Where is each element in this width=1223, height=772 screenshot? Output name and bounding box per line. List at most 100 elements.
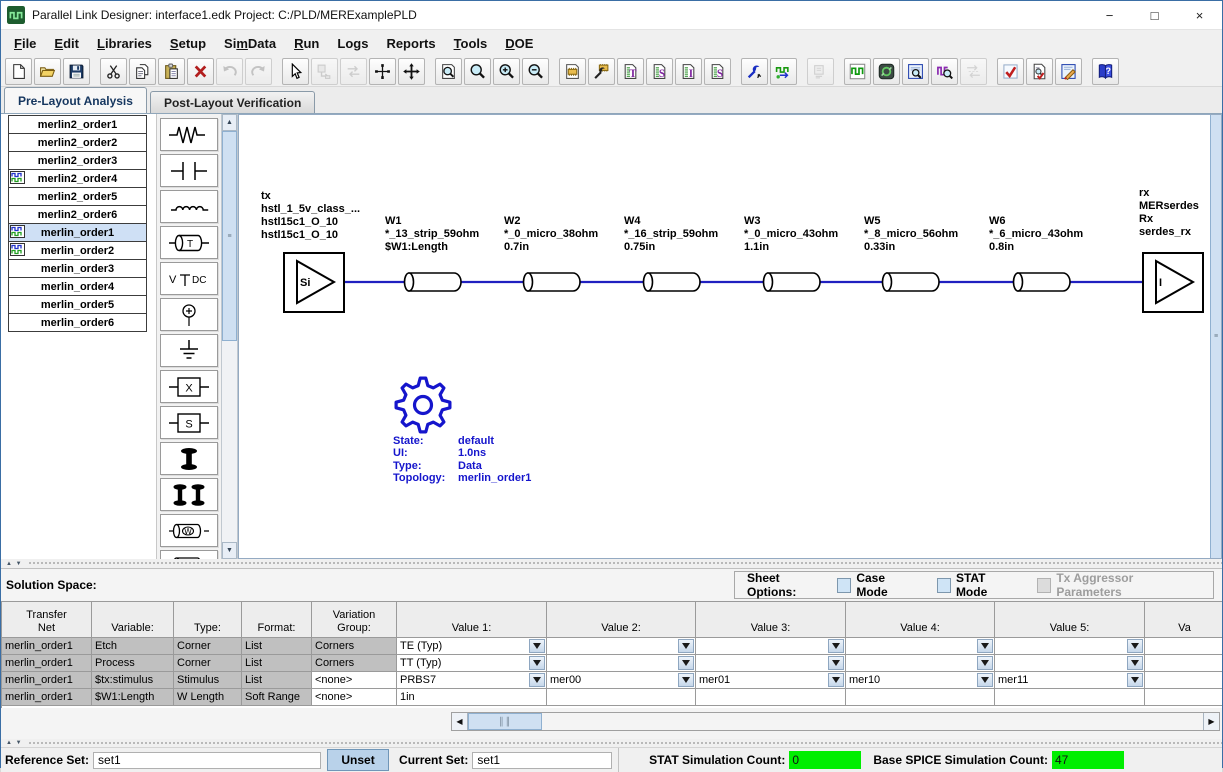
dropdown-arrow-icon[interactable] <box>529 673 545 687</box>
maximize-button[interactable]: □ <box>1132 2 1177 29</box>
close-button[interactable]: × <box>1177 2 1222 29</box>
open-file-button[interactable] <box>34 58 61 85</box>
palette-via-pair-button[interactable] <box>160 478 218 511</box>
sidebar-item-merlin2_order3[interactable]: merlin2_order3 <box>8 151 147 170</box>
value-cell-2-2[interactable]: mer00 <box>547 672 696 689</box>
value-cell-1-4[interactable] <box>846 655 995 672</box>
value-cell-0-4[interactable] <box>846 638 995 655</box>
value-cell-3-4[interactable] <box>846 689 995 706</box>
tline-symbol-W1[interactable] <box>405 273 462 291</box>
menu-logs[interactable]: Logs <box>328 33 377 54</box>
spice-report-button[interactable]: S <box>646 58 673 85</box>
menu-simdata[interactable]: SimData <box>215 33 285 54</box>
dropdown-arrow-icon[interactable] <box>1127 673 1143 687</box>
palette-via-button[interactable] <box>160 442 218 475</box>
delete-button[interactable] <box>187 58 214 85</box>
scroll-left-icon[interactable]: ◀ <box>452 713 468 730</box>
checkbox-stat-mode[interactable] <box>937 578 951 593</box>
palette-scroll-up-icon[interactable]: ▲ <box>222 114 237 131</box>
value-cell-1-3[interactable] <box>696 655 846 672</box>
menu-edit[interactable]: Edit <box>45 33 88 54</box>
tline-symbol-W3[interactable] <box>764 273 821 291</box>
dropdown-arrow-icon[interactable] <box>977 656 993 670</box>
palette-capacitor-button[interactable] <box>160 154 218 187</box>
sweep-report-button[interactable]: S <box>704 58 731 85</box>
value-cell-3-1[interactable]: 1in <box>397 689 547 706</box>
dropdown-arrow-icon[interactable] <box>678 639 694 653</box>
checkbox-case-mode[interactable] <box>837 578 851 593</box>
value-cell-0-1[interactable]: TE (Typ) <box>397 638 547 655</box>
sidebar-item-merlin2_order4[interactable]: merlin2_order4 <box>8 169 147 188</box>
palette-w-line-button[interactable]: W <box>160 514 218 547</box>
value-cell-2-3[interactable]: mer01 <box>696 672 846 689</box>
zoom-out-button[interactable] <box>522 58 549 85</box>
value-cell-3-2[interactable] <box>547 689 696 706</box>
rx-buffer[interactable]: I <box>1143 253 1203 312</box>
dropdown-arrow-icon[interactable] <box>977 673 993 687</box>
tx-buffer[interactable]: Si <box>284 253 344 312</box>
sidebar-item-merlin_order2[interactable]: merlin_order2 <box>8 241 147 260</box>
sidebar-item-merlin_order5[interactable]: merlin_order5 <box>8 295 147 314</box>
tline-symbol-W6[interactable] <box>1014 273 1071 291</box>
palette-s-block-button[interactable]: S <box>160 406 218 439</box>
table-horizontal-scrollbar[interactable]: ◀ ║║ ▶ <box>451 712 1220 731</box>
view-results-button[interactable] <box>902 58 929 85</box>
check-report-button[interactable] <box>1026 58 1053 85</box>
tab-post-layout-verification[interactable]: Post-Layout Verification <box>150 91 315 113</box>
tline-symbol-W5[interactable] <box>883 273 940 291</box>
value-cell-2-5[interactable]: mer11 <box>995 672 1145 689</box>
canvas-vertical-scrollbar[interactable]: ≡ <box>1210 115 1221 558</box>
value-cell-1-2[interactable] <box>547 655 696 672</box>
simulate-interface-button[interactable] <box>770 58 797 85</box>
menu-libraries[interactable]: Libraries <box>88 33 161 54</box>
value-cell-3-5[interactable] <box>995 689 1145 706</box>
zoom-window-button[interactable] <box>435 58 462 85</box>
palette-x-block-button[interactable]: X <box>160 370 218 403</box>
select-mode-button[interactable] <box>282 58 309 85</box>
value-cell-3-3[interactable] <box>696 689 846 706</box>
dropdown-arrow-icon[interactable] <box>678 673 694 687</box>
tline-symbol-W4[interactable] <box>644 273 701 291</box>
splitter-solution-status[interactable]: ▲ ▼ <box>1 739 1222 747</box>
interface-report-button[interactable]: I <box>675 58 702 85</box>
sidebar-item-merlin2_order1[interactable]: merlin2_order1 <box>8 115 147 134</box>
value-cell-0-2[interactable] <box>547 638 696 655</box>
minimize-button[interactable]: − <box>1087 2 1132 29</box>
dropdown-arrow-icon[interactable] <box>828 656 844 670</box>
splitter-arrows-icon[interactable]: ▲ ▼ <box>1 561 28 567</box>
palette-scrollbar[interactable]: ▲ ≡ ▼ <box>221 114 238 559</box>
crosshair-mode-button[interactable] <box>369 58 396 85</box>
palette-ground-button[interactable] <box>160 334 218 367</box>
menu-setup[interactable]: Setup <box>161 33 215 54</box>
simulation-manager-button[interactable] <box>873 58 900 85</box>
dropdown-arrow-icon[interactable] <box>1127 639 1143 653</box>
palette-vdc-source-button[interactable]: VDC <box>160 262 218 295</box>
search-results-button[interactable] <box>931 58 958 85</box>
schematic-canvas[interactable]: SiI txhstl_1_5v_class_...hstl15c1_O_10hs… <box>238 114 1222 559</box>
menu-file[interactable]: File <box>5 33 45 54</box>
copy-button[interactable] <box>129 58 156 85</box>
dropdown-arrow-icon[interactable] <box>1127 656 1143 670</box>
sidebar-item-merlin_order1[interactable]: merlin_order1 <box>8 223 147 242</box>
dropdown-arrow-icon[interactable] <box>678 656 694 670</box>
state-gear-icon[interactable] <box>396 378 450 432</box>
palette-scroll-down-icon[interactable]: ▼ <box>222 542 237 559</box>
waveform-viewer-button[interactable] <box>844 58 871 85</box>
sidebar-item-merlin_order3[interactable]: merlin_order3 <box>8 259 147 278</box>
palette-transmission-line-button[interactable]: T <box>160 226 218 259</box>
zoom-tool-button[interactable] <box>464 58 491 85</box>
palette-w-line-coupled-button[interactable] <box>160 550 218 559</box>
table-scroll-thumb[interactable]: ║║ <box>468 713 542 730</box>
timing-report-button[interactable]: T <box>617 58 644 85</box>
palette-resistor-button[interactable] <box>160 118 218 151</box>
splitter-canvas-solution[interactable]: ▲ ▼ <box>1 559 1222 568</box>
validate-button[interactable] <box>997 58 1024 85</box>
palette-current-source-button[interactable] <box>160 298 218 331</box>
pan-mode-button[interactable] <box>398 58 425 85</box>
menu-run[interactable]: Run <box>285 33 328 54</box>
sidebar-item-merlin_order4[interactable]: merlin_order4 <box>8 277 147 296</box>
cut-button[interactable] <box>100 58 127 85</box>
sidebar-item-merlin_order6[interactable]: merlin_order6 <box>8 313 147 332</box>
sidebar-item-merlin2_order6[interactable]: merlin2_order6 <box>8 205 147 224</box>
value-cell-2-1[interactable]: PRBS7 <box>397 672 547 689</box>
